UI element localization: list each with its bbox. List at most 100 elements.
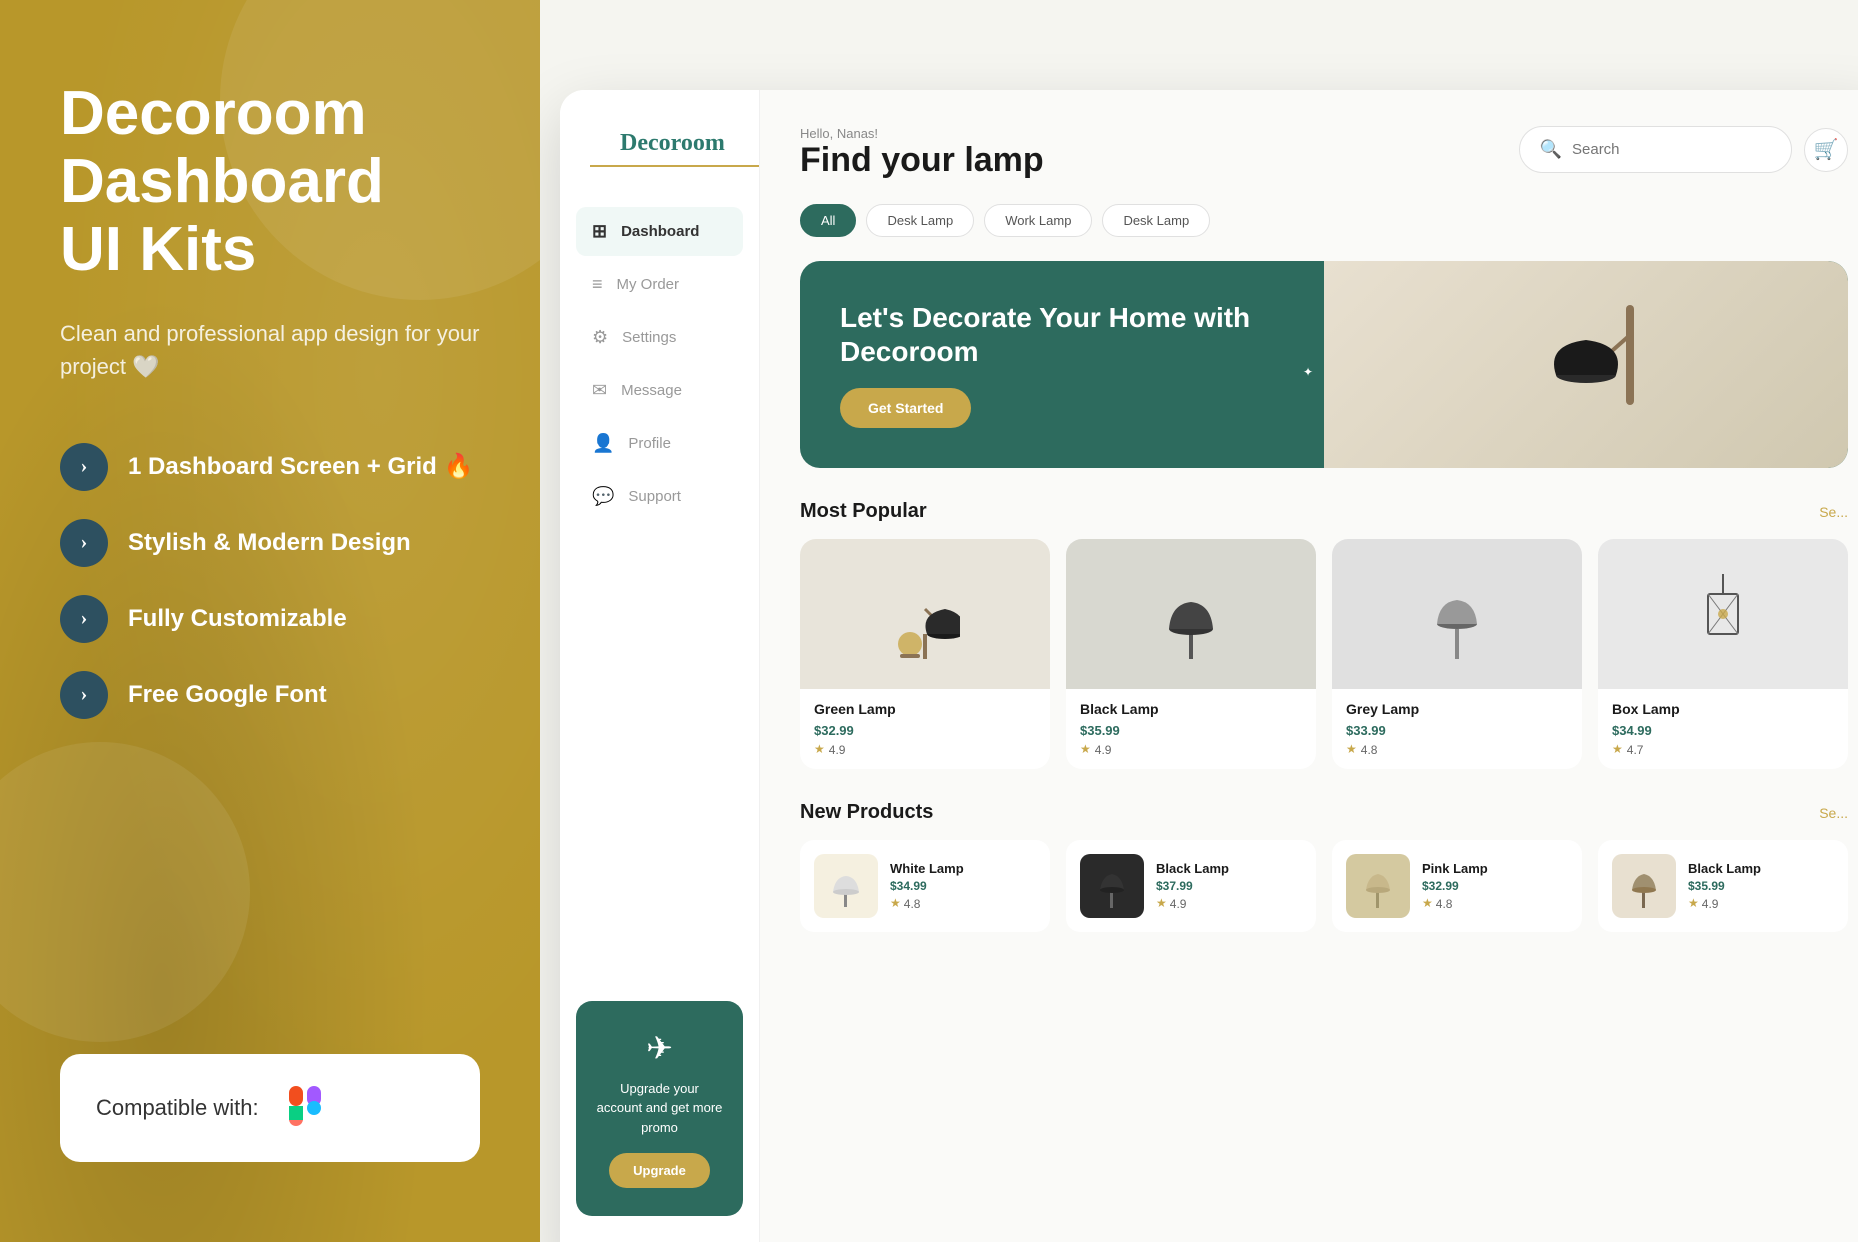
sidebar: Decoroom ⊞ Dashboard ≡ My Order ⚙ Settin… xyxy=(560,90,760,1242)
upgrade-card: ✈ Upgrade your account and get more prom… xyxy=(576,1001,743,1217)
new-product-price: $35.99 xyxy=(1688,879,1761,893)
new-product-thumb xyxy=(814,854,878,918)
gear-icon: ⚙ xyxy=(592,327,608,348)
see-all-new[interactable]: Se... xyxy=(1819,805,1848,821)
product-info: Grey Lamp $33.99 ★ 4.8 xyxy=(1332,689,1582,769)
product-price: $35.99 xyxy=(1080,723,1302,738)
see-all-popular[interactable]: Se... xyxy=(1819,504,1848,520)
sidebar-item-support[interactable]: 💬 Support xyxy=(576,472,743,521)
product-info: Black Lamp $35.99 ★ 4.9 xyxy=(1066,689,1316,769)
rating-value: 4.9 xyxy=(1095,743,1112,757)
compatible-section: Compatible with: xyxy=(60,1054,480,1162)
message-icon: ✉ xyxy=(592,380,607,401)
new-product-thumb xyxy=(1080,854,1144,918)
upgrade-text: Upgrade your account and get more promo xyxy=(596,1079,723,1138)
cart-icon[interactable]: 🛒 xyxy=(1804,128,1848,172)
product-card-black-lamp[interactable]: Black Lamp $35.99 ★ 4.9 xyxy=(1066,539,1316,769)
product-card-green-lamp[interactable]: Green Lamp $32.99 ★ 4.9 xyxy=(800,539,1050,769)
new-product-pink-lamp[interactable]: Pink Lamp $32.99 ★ 4.8 xyxy=(1332,840,1582,932)
search-input[interactable] xyxy=(1572,141,1771,158)
new-product-black-lamp[interactable]: Black Lamp $37.99 ★ 4.9 xyxy=(1066,840,1316,932)
product-card-grey-lamp[interactable]: Grey Lamp $33.99 ★ 4.8 xyxy=(1332,539,1582,769)
new-product-name: Black Lamp xyxy=(1688,861,1761,876)
new-product-name: White Lamp xyxy=(890,861,964,876)
search-bar[interactable]: 🔍 xyxy=(1519,126,1792,173)
feature-label: 1 Dashboard Screen + Grid 🔥 xyxy=(128,452,473,481)
dashboard-window: Decoroom ⊞ Dashboard ≡ My Order ⚙ Settin… xyxy=(560,90,1858,1242)
get-started-button[interactable]: Get Started xyxy=(840,388,971,428)
star-icon: ★ xyxy=(814,742,825,757)
sidebar-item-dashboard[interactable]: ⊞ Dashboard xyxy=(576,207,743,256)
pink-lamp-thumb xyxy=(1360,862,1396,910)
rating-value: 4.8 xyxy=(1361,743,1378,757)
new-product-rating: ★ 4.9 xyxy=(1156,896,1229,911)
most-popular-section-header: Most Popular Se... xyxy=(800,500,1848,523)
plane-icon: ✈ xyxy=(596,1029,723,1067)
main-content: Hello, Nanas! Find your lamp 🔍 🛒 All Des… xyxy=(760,90,1858,1242)
new-product-rating: ★ 4.8 xyxy=(1422,896,1488,911)
filter-tab-work-lamp[interactable]: Work Lamp xyxy=(984,204,1092,237)
product-price: $33.99 xyxy=(1346,723,1568,738)
hero-banner: Let's Decorate Your Home with Decoroom G… xyxy=(800,261,1848,468)
filter-tab-all[interactable]: All xyxy=(800,204,856,237)
feature-item: › Fully Customizable xyxy=(60,595,480,643)
star-icon: ★ xyxy=(1346,742,1357,757)
product-price: $32.99 xyxy=(814,723,1036,738)
chevron-right-icon: › xyxy=(60,595,108,643)
star-icon: ★ xyxy=(1612,742,1623,757)
product-image xyxy=(1332,539,1582,689)
main-header: Hello, Nanas! Find your lamp 🔍 🛒 xyxy=(800,126,1848,180)
new-product-price: $37.99 xyxy=(1156,879,1229,893)
hero-subtitle: Clean and professional app design for yo… xyxy=(60,317,480,383)
filter-tab-desk-lamp-2[interactable]: Desk Lamp xyxy=(1102,204,1210,237)
black-lamp-2-thumb xyxy=(1626,862,1662,910)
sidebar-item-label: Message xyxy=(621,382,682,399)
page-title: Find your lamp xyxy=(800,141,1044,180)
star-icon: ★ xyxy=(890,896,901,911)
filter-tab-desk-lamp-1[interactable]: Desk Lamp xyxy=(866,204,974,237)
star-icon: ★ xyxy=(1156,896,1167,911)
product-image xyxy=(1066,539,1316,689)
product-card-box-lamp[interactable]: Box Lamp $34.99 ★ 4.7 xyxy=(1598,539,1848,769)
white-lamp-thumb xyxy=(828,862,864,910)
box-lamp-image xyxy=(1688,564,1758,664)
compatible-label: Compatible with: xyxy=(96,1095,259,1121)
product-rating: ★ 4.9 xyxy=(1080,742,1302,757)
upgrade-button[interactable]: Upgrade xyxy=(609,1153,710,1188)
product-name: Grey Lamp xyxy=(1346,701,1568,717)
chevron-right-icon: › xyxy=(60,443,108,491)
feature-list: › 1 Dashboard Screen + Grid 🔥 › Stylish … xyxy=(60,443,480,719)
new-product-name: Pink Lamp xyxy=(1422,861,1488,876)
new-product-info: Pink Lamp $32.99 ★ 4.8 xyxy=(1422,861,1488,911)
sidebar-nav: ⊞ Dashboard ≡ My Order ⚙ Settings ✉ Mess… xyxy=(560,207,759,985)
new-product-price: $32.99 xyxy=(1422,879,1488,893)
product-rating: ★ 4.8 xyxy=(1346,742,1568,757)
product-info: Box Lamp $34.99 ★ 4.7 xyxy=(1598,689,1848,769)
sidebar-item-myorder[interactable]: ≡ My Order xyxy=(576,260,743,309)
new-product-rating: ★ 4.8 xyxy=(890,896,964,911)
product-name: Black Lamp xyxy=(1080,701,1302,717)
greeting: Hello, Nanas! xyxy=(800,126,1044,141)
new-product-white-lamp[interactable]: White Lamp $34.99 ★ 4.8 xyxy=(800,840,1050,932)
sidebar-item-message[interactable]: ✉ Message xyxy=(576,366,743,415)
grey-lamp-image xyxy=(1422,564,1492,664)
product-info: Green Lamp $32.99 ★ 4.9 xyxy=(800,689,1050,769)
filter-tabs: All Desk Lamp Work Lamp Desk Lamp xyxy=(800,204,1848,237)
sidebar-item-profile[interactable]: 👤 Profile xyxy=(576,419,743,468)
order-icon: ≡ xyxy=(592,274,603,295)
new-products-row: White Lamp $34.99 ★ 4.8 xyxy=(800,840,1848,932)
new-product-info: Black Lamp $35.99 ★ 4.9 xyxy=(1688,861,1761,911)
product-image xyxy=(800,539,1050,689)
star-icon: ★ xyxy=(1688,896,1699,911)
sidebar-item-settings[interactable]: ⚙ Settings xyxy=(576,313,743,362)
product-price: $34.99 xyxy=(1612,723,1834,738)
star-icon: ★ xyxy=(1080,742,1091,757)
right-panel: Decoroom ⊞ Dashboard ≡ My Order ⚙ Settin… xyxy=(540,0,1858,1242)
new-product-price: $34.99 xyxy=(890,879,964,893)
sidebar-logo: Decoroom xyxy=(590,130,759,167)
new-product-info: White Lamp $34.99 ★ 4.8 xyxy=(890,861,964,911)
new-product-black-lamp-2[interactable]: Black Lamp $35.99 ★ 4.9 xyxy=(1598,840,1848,932)
section-title-popular: Most Popular xyxy=(800,500,927,523)
profile-icon: 👤 xyxy=(592,433,614,454)
feature-item: › Stylish & Modern Design xyxy=(60,519,480,567)
